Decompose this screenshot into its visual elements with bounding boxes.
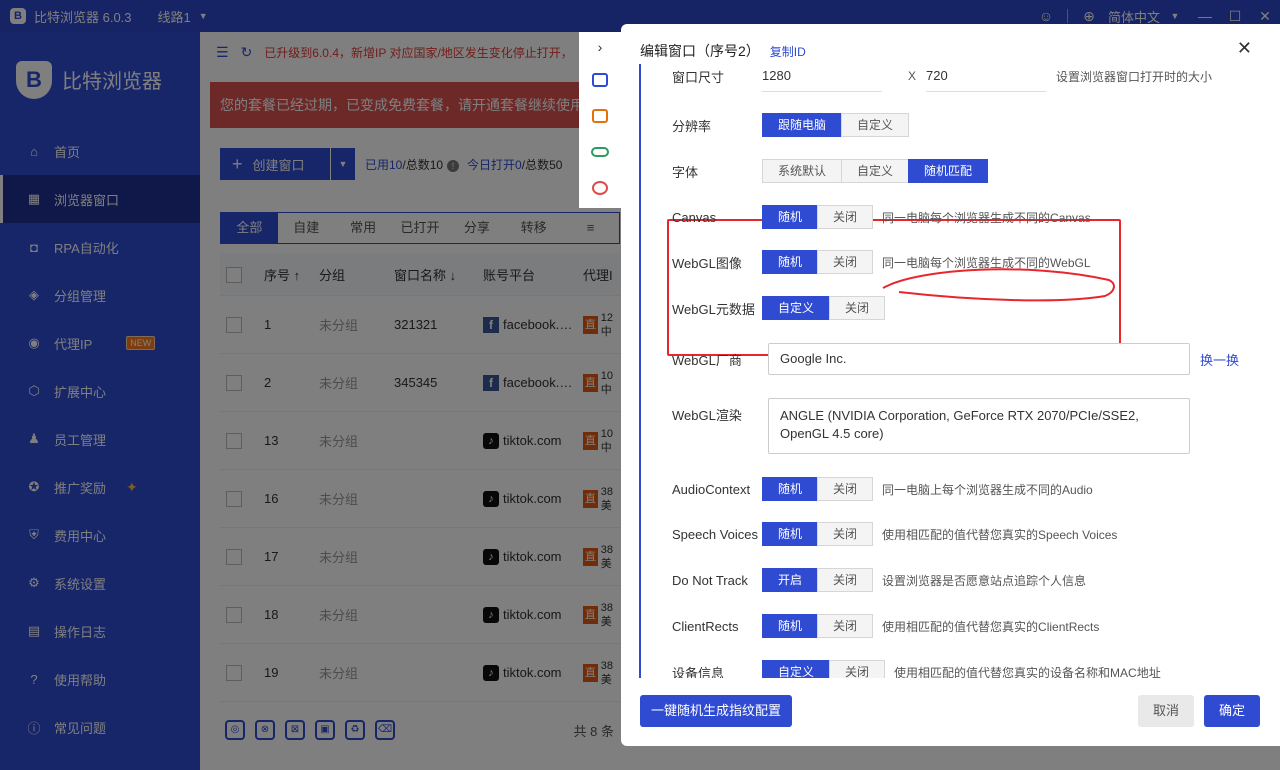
modal-footer: 一键随机生成指纹配置 取消 确定 [621, 678, 1280, 746]
edit-window-modal: 编辑窗口（序号2） 复制ID ✕ 窗口尺寸 X 设置浏览器窗口打开时的大小 分辨… [621, 24, 1280, 746]
window-size-row: 窗口尺寸 X 设置浏览器窗口打开时的大小 [672, 64, 1212, 92]
speech-random-button[interactable]: 随机 [762, 522, 819, 546]
canvas-desc: 同一电脑每个浏览器生成不同的Canvas [882, 210, 1091, 225]
client-rects-random-button[interactable]: 随机 [762, 614, 819, 638]
dnt-off-button[interactable]: 关闭 [817, 568, 874, 592]
random-fingerprint-button[interactable]: 一键随机生成指纹配置 [640, 695, 792, 727]
canvas-label: Canvas [672, 209, 717, 225]
fingerprint-icon [592, 181, 608, 195]
cancel-button[interactable]: 取消 [1138, 695, 1194, 727]
change-vendor-link[interactable]: 换一换 [1200, 350, 1239, 369]
modal-body: 窗口尺寸 X 设置浏览器窗口打开时的大小 分辨率 跟随电脑 自定义 字体 系统默… [621, 64, 1280, 678]
canvas-off-button[interactable]: 关闭 [817, 205, 874, 229]
copy-id-link[interactable]: 复制ID [770, 43, 806, 60]
client-rects-desc: 使用相匹配的值代替您真实的ClientRects [882, 619, 1100, 634]
section-indicator [639, 64, 641, 678]
webgl-meta-row: WebGL元数据 自定义 关闭 [672, 296, 886, 320]
webgl-vendor-input[interactable]: Google Inc. [768, 343, 1190, 375]
size-separator: X [908, 69, 917, 83]
client-rects-label: ClientRects [672, 618, 739, 634]
webgl-render-input[interactable]: ANGLE (NVIDIA Corporation, GeForce RTX 2… [768, 398, 1190, 454]
audio-random-button[interactable]: 随机 [762, 477, 819, 501]
toggle-tool[interactable] [579, 134, 621, 170]
audio-label: AudioContext [672, 481, 751, 497]
dnt-label: Do Not Track [672, 572, 748, 588]
dnt-toggle: 开启 关闭 [762, 568, 874, 592]
side-toolbar: › [579, 32, 621, 208]
device-info-desc: 使用相匹配的值代替您真实的设备名称和MAC地址 [894, 665, 1161, 679]
chevron-right-icon[interactable]: › [579, 32, 621, 62]
speech-label: Speech Voices [672, 526, 759, 542]
webgl-meta-custom-button[interactable]: 自定义 [762, 296, 831, 320]
font-row: 字体 系统默认 自定义 随机匹配 [672, 159, 989, 183]
webgl-image-random-button[interactable]: 随机 [762, 250, 819, 274]
webgl-image-toggle: 随机 关闭 [762, 250, 874, 274]
webgl-vendor-row: WebGL厂商 Google Inc. 换一换 [672, 343, 1239, 375]
resolution-label: 分辨率 [672, 118, 712, 134]
font-label: 字体 [672, 164, 699, 180]
window-size-desc: 设置浏览器窗口打开时的大小 [1056, 69, 1213, 84]
audio-off-button[interactable]: 关闭 [817, 477, 874, 501]
webgl-image-off-button[interactable]: 关闭 [817, 250, 874, 274]
webgl-meta-label: WebGL元数据 [672, 301, 755, 317]
device-info-toggle: 自定义 关闭 [762, 660, 886, 678]
resolution-follow-button[interactable]: 跟随电脑 [762, 113, 843, 137]
client-rects-off-button[interactable]: 关闭 [817, 614, 874, 638]
audio-desc: 同一电脑上每个浏览器生成不同的Audio [882, 482, 1093, 497]
dnt-desc: 设置浏览器是否愿意站点追踪个人信息 [882, 573, 1087, 588]
device-info-custom-button[interactable]: 自定义 [762, 660, 831, 678]
resolution-toggle: 跟随电脑 自定义 [762, 113, 910, 137]
modal-title: 编辑窗口（序号2） 复制ID [640, 41, 806, 61]
canvas-toggle: 随机 关闭 [762, 205, 874, 229]
webgl-render-label: WebGL渲染 [672, 408, 742, 423]
webgl-vendor-label: WebGL厂商 [672, 352, 742, 368]
window-size-label: 窗口尺寸 [672, 69, 725, 85]
speech-row: Speech Voices 随机 关闭 使用相匹配的值代替您真实的Speech … [672, 522, 1117, 546]
client-rects-row: ClientRects 随机 关闭 使用相匹配的值代替您真实的ClientRec… [672, 614, 1099, 638]
dnt-row: Do Not Track 开启 关闭 设置浏览器是否愿意站点追踪个人信息 [672, 568, 1086, 592]
toggle-icon [591, 147, 609, 157]
font-default-button[interactable]: 系统默认 [762, 159, 843, 183]
audio-row: AudioContext 随机 关闭 同一电脑上每个浏览器生成不同的Audio [672, 477, 1093, 501]
webgl-meta-toggle: 自定义 关闭 [762, 296, 886, 320]
dnt-on-button[interactable]: 开启 [762, 568, 819, 592]
window-icon [592, 73, 608, 87]
webgl-image-label: WebGL图像 [672, 255, 742, 271]
speech-toggle: 随机 关闭 [762, 522, 874, 546]
resolution-custom-button[interactable]: 自定义 [841, 113, 910, 137]
font-random-button[interactable]: 随机匹配 [908, 159, 989, 183]
resolution-row: 分辨率 跟随电脑 自定义 [672, 113, 910, 137]
audio-toggle: 随机 关闭 [762, 477, 874, 501]
device-info-label: 设备信息 [672, 665, 725, 679]
window-height-input[interactable] [926, 64, 1047, 92]
font-custom-button[interactable]: 自定义 [841, 159, 910, 183]
confirm-button[interactable]: 确定 [1204, 695, 1260, 727]
speech-off-button[interactable]: 关闭 [817, 522, 874, 546]
client-rects-toggle: 随机 关闭 [762, 614, 874, 638]
ip-icon [592, 109, 608, 123]
annotation-scribble [882, 268, 1115, 302]
device-info-row: 设备信息 自定义 关闭 使用相匹配的值代替您真实的设备名称和MAC地址 [672, 660, 1161, 678]
modal-title-text: 编辑窗口（序号2） [640, 43, 760, 59]
window-settings-tool[interactable] [579, 62, 621, 98]
close-icon[interactable]: ✕ [1237, 38, 1252, 59]
canvas-random-button[interactable]: 随机 [762, 205, 819, 229]
webgl-render-row: WebGL渲染 ANGLE (NVIDIA Corporation, GeFor… [672, 398, 1190, 454]
font-toggle: 系统默认 自定义 随机匹配 [762, 159, 989, 183]
canvas-row: Canvas 随机 关闭 同一电脑每个浏览器生成不同的Canvas [672, 205, 1091, 229]
fingerprint-tool[interactable] [579, 170, 621, 206]
ip-tool[interactable] [579, 98, 621, 134]
window-width-input[interactable] [762, 64, 882, 92]
webgl-meta-off-button[interactable]: 关闭 [829, 296, 886, 320]
speech-desc: 使用相匹配的值代替您真实的Speech Voices [882, 527, 1118, 542]
device-info-off-button[interactable]: 关闭 [829, 660, 886, 678]
